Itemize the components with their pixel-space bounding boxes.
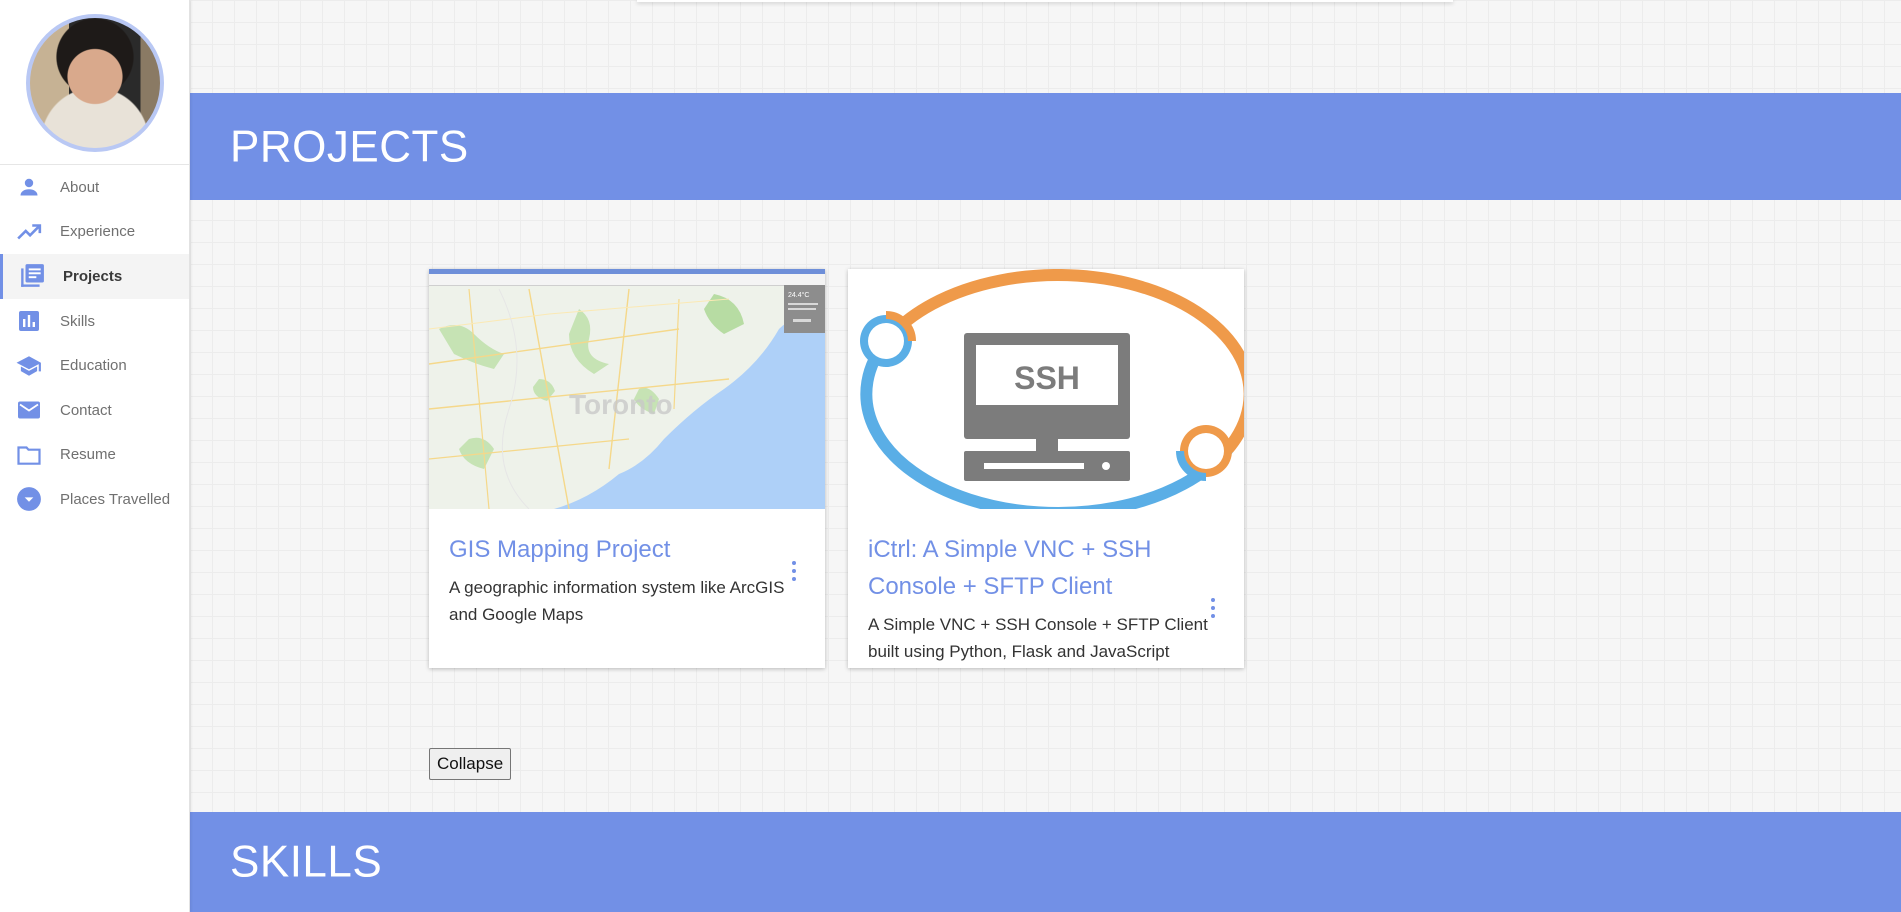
sidebar-item-label: Contact: [60, 401, 112, 419]
project-card-gis[interactable]: 24.4°C Toronto GIS Mapping Project A geo…: [429, 269, 825, 668]
sidebar-item-label: Skills: [60, 312, 96, 330]
school-icon: [16, 353, 42, 379]
sidebar-item-resume[interactable]: Resume: [0, 433, 189, 478]
sidebar-item-label: Projects: [63, 267, 123, 285]
sidebar-item-label: Experience: [60, 223, 136, 241]
person-icon: [16, 174, 42, 200]
projects-section-header: PROJECTS: [190, 93, 1901, 200]
sidebar-item-skills[interactable]: Skills: [0, 299, 189, 344]
more-vert-icon[interactable]: [1210, 598, 1216, 618]
sidebar-item-education[interactable]: Education: [0, 343, 189, 388]
sidebar-item-experience[interactable]: Experience: [0, 210, 189, 255]
more-vert-icon[interactable]: [791, 561, 797, 581]
section-title: SKILLS: [230, 836, 383, 887]
previous-section-card-edge: [637, 0, 1453, 2]
avatar-container: [0, 0, 189, 165]
sidebar-item-projects[interactable]: Projects: [0, 254, 189, 299]
project-title[interactable]: GIS Mapping Project: [449, 531, 805, 568]
sidebar: About Experience Projects Skills Educati…: [0, 0, 190, 912]
bar-chart-icon: [16, 308, 42, 334]
trending-up-icon: [16, 219, 42, 245]
ssh-logo-text: SSH: [1014, 360, 1080, 396]
chevron-circle-icon: [16, 486, 42, 512]
map-city-label: Toronto: [569, 389, 673, 420]
project-description: A Simple VNC + SSH Console + SFTP Client…: [868, 615, 1208, 661]
section-title: PROJECTS: [230, 121, 469, 171]
folder-icon: [16, 442, 42, 468]
weather-temp: 24.4°C: [788, 291, 809, 299]
collapse-button[interactable]: Collapse: [429, 748, 512, 780]
sidebar-nav: About Experience Projects Skills Educati…: [0, 165, 189, 522]
sidebar-item-label: Places Travelled: [60, 490, 171, 508]
card-body: iCtrl: A Simple VNC + SSH Console + SFTP…: [848, 531, 1244, 665]
sidebar-item-label: About: [60, 178, 100, 196]
mail-icon: [16, 397, 42, 423]
library-books-icon: [19, 263, 45, 289]
card-body: GIS Mapping Project A geographic informa…: [429, 531, 825, 628]
sidebar-item-contact[interactable]: Contact: [0, 388, 189, 433]
ssh-computer-logo: SSH: [848, 269, 1244, 509]
sidebar-item-about[interactable]: About: [0, 165, 189, 210]
sidebar-item-label: Education: [60, 357, 127, 375]
skills-section-header: SKILLS: [190, 812, 1901, 912]
sidebar-item-places-travelled[interactable]: Places Travelled: [0, 477, 189, 522]
project-card-ictrl[interactable]: SSH iCtrl: A Simple VNC + SSH Console + …: [848, 269, 1244, 668]
sidebar-item-label: Resume: [60, 446, 116, 464]
map-of-toronto-screenshot: 24.4°C Toronto: [429, 269, 825, 509]
avatar: [25, 14, 164, 152]
project-description: A geographic information system like Arc…: [449, 578, 785, 624]
project-title[interactable]: iCtrl: A Simple VNC + SSH Console + SFTP…: [868, 531, 1224, 605]
